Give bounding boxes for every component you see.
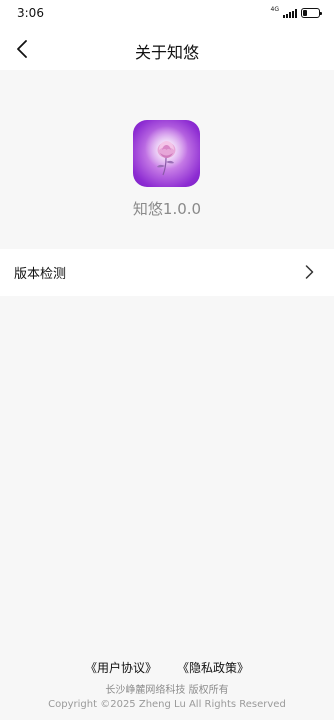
battery-icon (301, 8, 322, 18)
battery-level (303, 10, 307, 16)
status-time: 3:06 (17, 6, 44, 20)
app-version: 知悠1.0.0 (132, 200, 202, 218)
rose-app-icon (133, 120, 200, 187)
version-check-row[interactable]: 版本检测 (0, 249, 334, 296)
privacy-policy-link[interactable]: 《隐私政策》 (177, 659, 249, 676)
network-label: 4G (270, 6, 279, 13)
footer-links: 《用户协议》 《隐私政策》 (0, 659, 334, 676)
app-info: 知悠1.0.0 (0, 70, 334, 248)
copyright-text: Copyright ©2025 Zheng Lu All Rights Rese… (48, 699, 286, 710)
nav-bar: 关于知悠 (0, 28, 334, 70)
chevron-right-icon (305, 265, 314, 279)
status-bar: 3:06 4G (0, 0, 334, 28)
user-agreement-link[interactable]: 《用户协议》 (85, 659, 157, 676)
footer: 《用户协议》 《隐私政策》 长沙峥麓网络科技 版权所有 Copyright ©2… (0, 655, 334, 720)
version-check-label: 版本检测 (14, 267, 67, 282)
page-title: 关于知悠 (134, 43, 199, 62)
company-name: 长沙峥麓网络科技 版权所有 (105, 685, 229, 696)
status-icons: 4G (270, 6, 322, 19)
signal-icon (283, 8, 297, 18)
